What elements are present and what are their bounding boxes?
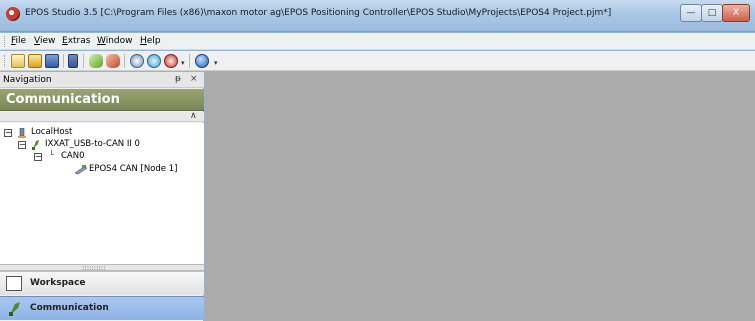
menu-window[interactable]: Window [97, 36, 133, 46]
communication-icon [8, 301, 22, 316]
tree-row-can0[interactable]: − └ CAN0 [34, 150, 194, 164]
section-title: Communication [6, 92, 120, 107]
expander-icon[interactable]: − [34, 153, 42, 161]
communication-button-label: Communication [30, 303, 109, 313]
toolbar: ▾ ▾ [0, 51, 755, 71]
tree-label: EPOS4 CAN [Node 1] [89, 164, 178, 174]
menu-grip [4, 36, 6, 47]
wizard-icon[interactable] [130, 54, 144, 68]
computer-icon [17, 127, 27, 138]
expander-icon[interactable]: − [18, 141, 26, 149]
app-window: EPOS Studio 3.5 [C:\Program Files (x86)\… [0, 0, 755, 321]
usb-plug-icon [31, 139, 41, 150]
toolbar-overflow[interactable]: ▾ [181, 59, 185, 67]
navigation-title: Navigation [3, 75, 52, 85]
toolbar-overflow[interactable]: ▾ [214, 59, 218, 67]
toolbar-separator [83, 54, 84, 68]
regulation-icon[interactable] [147, 54, 161, 68]
window-title: EPOS Studio 3.5 [C:\Program Files (x86)\… [25, 8, 612, 18]
tree-label: IXXAT_USB-to-CAN II 0 [45, 139, 140, 149]
open-icon[interactable] [28, 54, 42, 68]
menu-bar: File View Extras Window Help [0, 33, 755, 50]
section-header: Communication [0, 89, 204, 111]
minimize-button[interactable]: — [680, 4, 702, 22]
menu-help[interactable]: Help [140, 36, 161, 46]
menu-extras[interactable]: Extras [62, 36, 90, 46]
maximize-button[interactable]: □ [701, 4, 723, 22]
menu-file[interactable]: File [11, 36, 26, 46]
collapse-chevron-icon[interactable]: ∧ [190, 111, 197, 121]
tree-label: LocalHost [31, 127, 73, 137]
close-button[interactable]: X [722, 4, 750, 22]
new-icon[interactable] [11, 54, 25, 68]
controller-icon [74, 165, 88, 175]
main-work-area [205, 72, 755, 321]
toolbar-separator [124, 54, 125, 68]
toolbar-separator [189, 54, 190, 68]
navigation-panel: Navigation ᵽ × Communication ∧ − LocalHo… [0, 72, 204, 321]
communication-button[interactable]: Communication [0, 296, 204, 320]
save-icon[interactable] [45, 54, 59, 68]
toolbar-grip [4, 55, 6, 67]
menu-view[interactable]: View [34, 36, 55, 46]
diagnostics-icon[interactable] [164, 54, 178, 68]
pin-icon[interactable]: ᵽ [175, 74, 181, 84]
help-icon[interactable] [195, 54, 209, 68]
collapse-strip: ∧ [0, 111, 204, 122]
communication-tree: − LocalHost − IXXAT_USB-to-CAN II 0 − └ … [0, 123, 204, 265]
tree-connector: └ [49, 150, 54, 159]
green-wrench-icon[interactable] [89, 54, 103, 68]
workspace-icon [6, 276, 22, 291]
workspace-button-label: Workspace [30, 278, 86, 288]
navigation-header: Navigation ᵽ × [0, 72, 204, 88]
workspace-button[interactable]: Workspace [0, 271, 204, 295]
expander-icon[interactable]: − [4, 129, 12, 137]
close-panel-icon[interactable]: × [190, 74, 198, 84]
title-bar[interactable]: EPOS Studio 3.5 [C:\Program Files (x86)\… [0, 0, 755, 32]
toolbar-separator [63, 54, 64, 68]
tree-row-epos4-node[interactable]: EPOS4 CAN [Node 1] [74, 164, 200, 177]
tree-label: CAN0 [61, 151, 85, 161]
app-logo-icon [6, 7, 20, 21]
device-icon[interactable] [68, 54, 78, 68]
red-wrench-icon[interactable] [106, 54, 120, 68]
